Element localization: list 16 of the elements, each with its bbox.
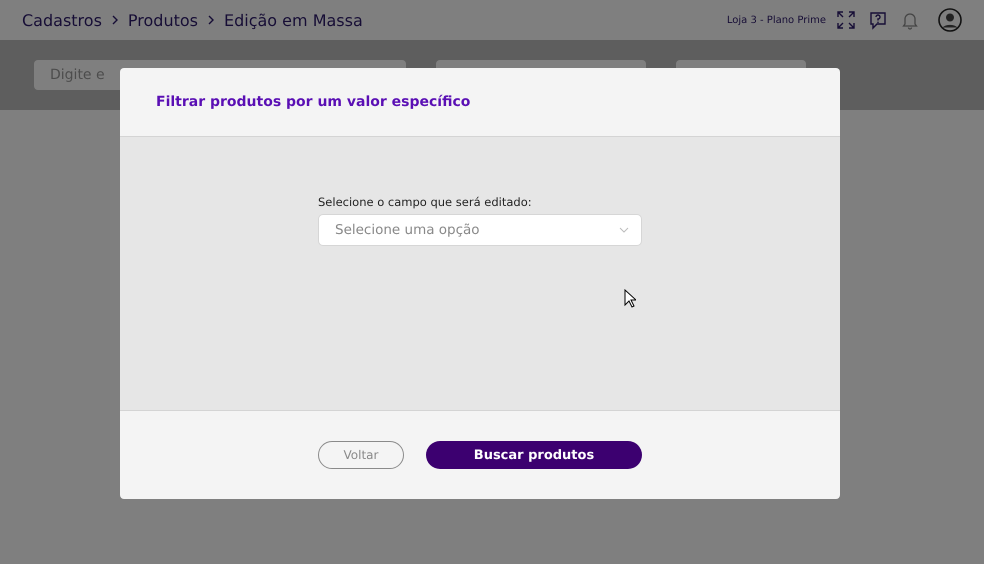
breadcrumb-item[interactable]: Edição em Massa [224, 10, 363, 30]
store-label: Loja 3 - Plano Prime [726, 14, 826, 26]
cursor-icon [624, 289, 636, 308]
chevron-icon [206, 15, 216, 25]
field-label: Selecione o campo que será editado: [318, 195, 533, 209]
select-field[interactable]: Selecione uma opção [318, 214, 642, 246]
caret-icon [619, 227, 629, 233]
fullscreen-icon[interactable] [836, 10, 856, 30]
dialog-title: Filtrar produtos por um valor específico [156, 94, 470, 110]
breadcrumb-item[interactable]: Cadastros [22, 10, 102, 30]
back-button[interactable]: Voltar [318, 441, 404, 469]
breadcrumb-item[interactable]: Produtos [128, 10, 198, 30]
search-button[interactable]: Buscar produtos [426, 441, 642, 469]
avatar-icon[interactable] [938, 8, 962, 32]
chevron-icon [110, 15, 120, 25]
help-chat-icon[interactable] [868, 10, 888, 30]
